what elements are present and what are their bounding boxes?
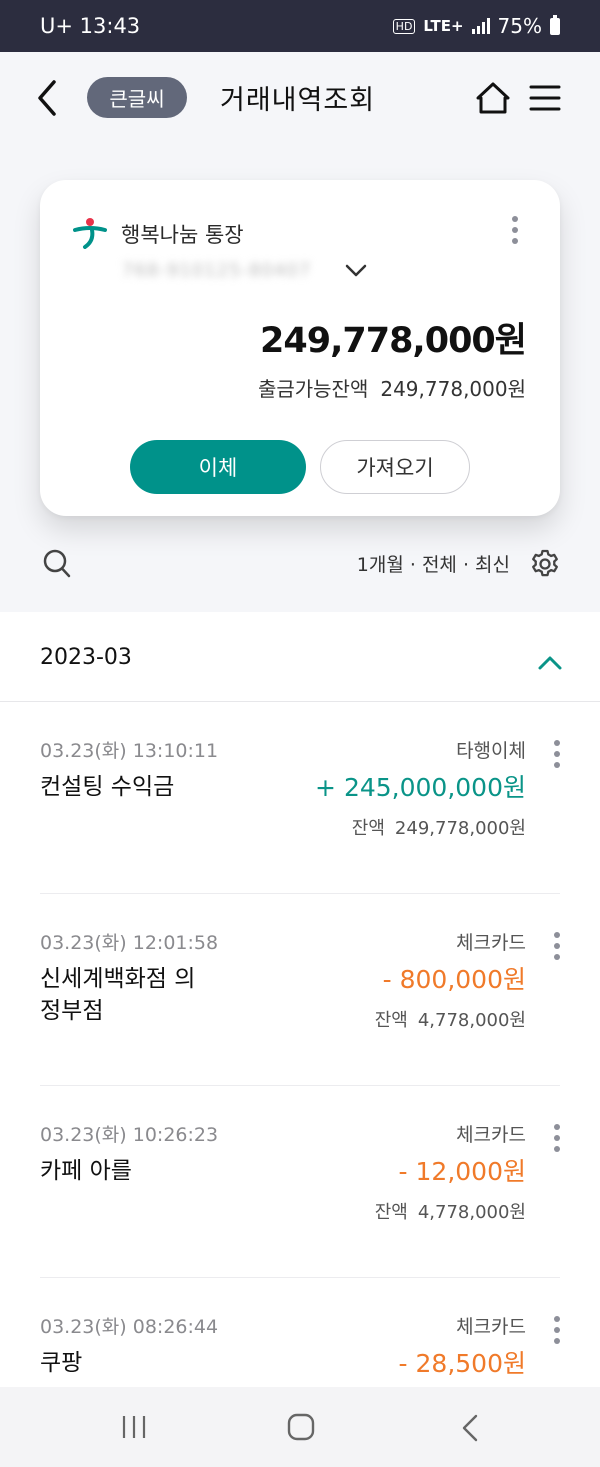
app-header: 큰글씨 거래내역조회 — [0, 52, 600, 144]
home-button-icon[interactable] — [287, 1412, 315, 1442]
available-value: 249,778,000원 — [380, 377, 526, 401]
transaction-name: 카페 아를 — [40, 1158, 132, 1184]
transaction-amount: - 28,500원 — [398, 1349, 526, 1378]
available-label: 출금가능잔액 — [257, 377, 369, 401]
large-text-toggle[interactable]: 큰글씨 — [87, 77, 187, 118]
back-nav-icon[interactable] — [459, 1413, 481, 1443]
account-name: 행복나눔 통장 — [121, 223, 244, 247]
search-icon[interactable] — [42, 548, 72, 580]
recent-apps-icon[interactable] — [120, 1414, 148, 1440]
battery-icon — [550, 14, 560, 35]
chevron-up-icon[interactable] — [536, 654, 564, 672]
carrier-time: U+ 13:43 — [40, 14, 141, 38]
transaction-type: 체크카드 — [456, 932, 526, 954]
month-label: 2023-03 — [40, 645, 132, 670]
balance-label: 잔액 — [374, 1010, 408, 1031]
transaction-item[interactable]: 03.23(화) 13:10:11 타행이체 컨설팅 수익금 + 245,000… — [40, 702, 560, 894]
more-options-icon[interactable] — [552, 738, 562, 770]
balance-label: 잔액 — [374, 1202, 408, 1223]
transaction-type: 타행이체 — [456, 740, 526, 762]
more-options-icon[interactable] — [552, 1314, 560, 1346]
transaction-datetime: 03.23(화) 08:26:44 — [40, 1316, 219, 1338]
transaction-datetime: 03.23(화) 13:10:11 — [40, 740, 219, 762]
back-arrow-icon[interactable] — [30, 78, 64, 118]
transaction-name: 컨설팅 수익금 — [40, 774, 175, 800]
signal-icon — [471, 18, 490, 34]
home-icon[interactable] — [474, 78, 512, 118]
transaction-type: 체크카드 — [456, 1316, 526, 1338]
filter-row: 1개월 · 전체 · 최신 — [0, 540, 600, 588]
chevron-down-icon[interactable] — [345, 264, 367, 278]
account-card: 행복나눔 통장 768-910125-80407 249,778,000원 출금… — [40, 180, 560, 516]
gear-icon[interactable] — [529, 548, 561, 580]
transaction-amount: + 245,000,000원 — [315, 773, 526, 802]
transaction-type: 체크카드 — [456, 1124, 526, 1146]
transaction-amount: - 12,000원 — [398, 1157, 526, 1186]
account-number: 768-910125-80407 — [122, 260, 312, 281]
more-options-icon[interactable] — [508, 214, 522, 248]
transaction-name: 신세계백화점 의정부점 — [40, 966, 196, 1024]
month-header[interactable]: 2023-03 — [0, 612, 600, 702]
transaction-balance: 잔액 4,778,000원 — [375, 1006, 526, 1032]
system-nav-bar — [0, 1387, 600, 1467]
balance-value: 4,778,000원 — [417, 1202, 526, 1223]
network-type: LTE+ — [423, 17, 464, 35]
transaction-item[interactable]: 03.23(화) 10:26:23 체크카드 카페 아를 - 12,000원 잔… — [40, 1086, 560, 1278]
more-options-icon[interactable] — [552, 1122, 562, 1154]
transaction-balance: 잔액 4,778,000원 — [375, 1198, 526, 1224]
transaction-datetime: 03.23(화) 12:01:58 — [40, 932, 219, 954]
transfer-button[interactable]: 이체 — [130, 440, 306, 494]
transaction-name: 쿠팡 — [40, 1350, 83, 1376]
page-title: 거래내역조회 — [220, 85, 376, 116]
transaction-datetime: 03.23(화) 10:26:23 — [40, 1124, 219, 1146]
available-balance: 출금가능잔액 249,778,000원 — [258, 373, 526, 402]
filter-summary[interactable]: 1개월 · 전체 · 최신 — [357, 550, 510, 577]
balance-value: 249,778,000원 — [394, 818, 526, 839]
account-balance: 249,778,000원 — [260, 321, 527, 361]
balance-value: 4,778,000원 — [417, 1010, 526, 1031]
transaction-amount: - 800,000원 — [382, 965, 526, 994]
status-icons: HD LTE+ 75% — [392, 14, 560, 38]
hamburger-menu-icon[interactable] — [528, 82, 562, 114]
more-options-icon[interactable] — [552, 930, 562, 962]
transaction-item[interactable]: 03.23(화) 08:26:44 체크카드 쿠팡 - 28,500원 — [40, 1278, 560, 1387]
battery-percent: 75% — [497, 14, 542, 38]
status-bar: U+ 13:43 HD LTE+ 75% — [0, 0, 600, 52]
transaction-balance: 잔액 249,778,000원 — [352, 814, 526, 840]
bring-money-button[interactable]: 가져오기 — [320, 440, 470, 494]
hd-voice-icon: HD — [392, 18, 416, 34]
bank-logo-icon — [73, 218, 107, 249]
balance-label: 잔액 — [351, 818, 385, 839]
transaction-item[interactable]: 03.23(화) 12:01:58 체크카드 신세계백화점 의정부점 - 800… — [40, 894, 560, 1086]
